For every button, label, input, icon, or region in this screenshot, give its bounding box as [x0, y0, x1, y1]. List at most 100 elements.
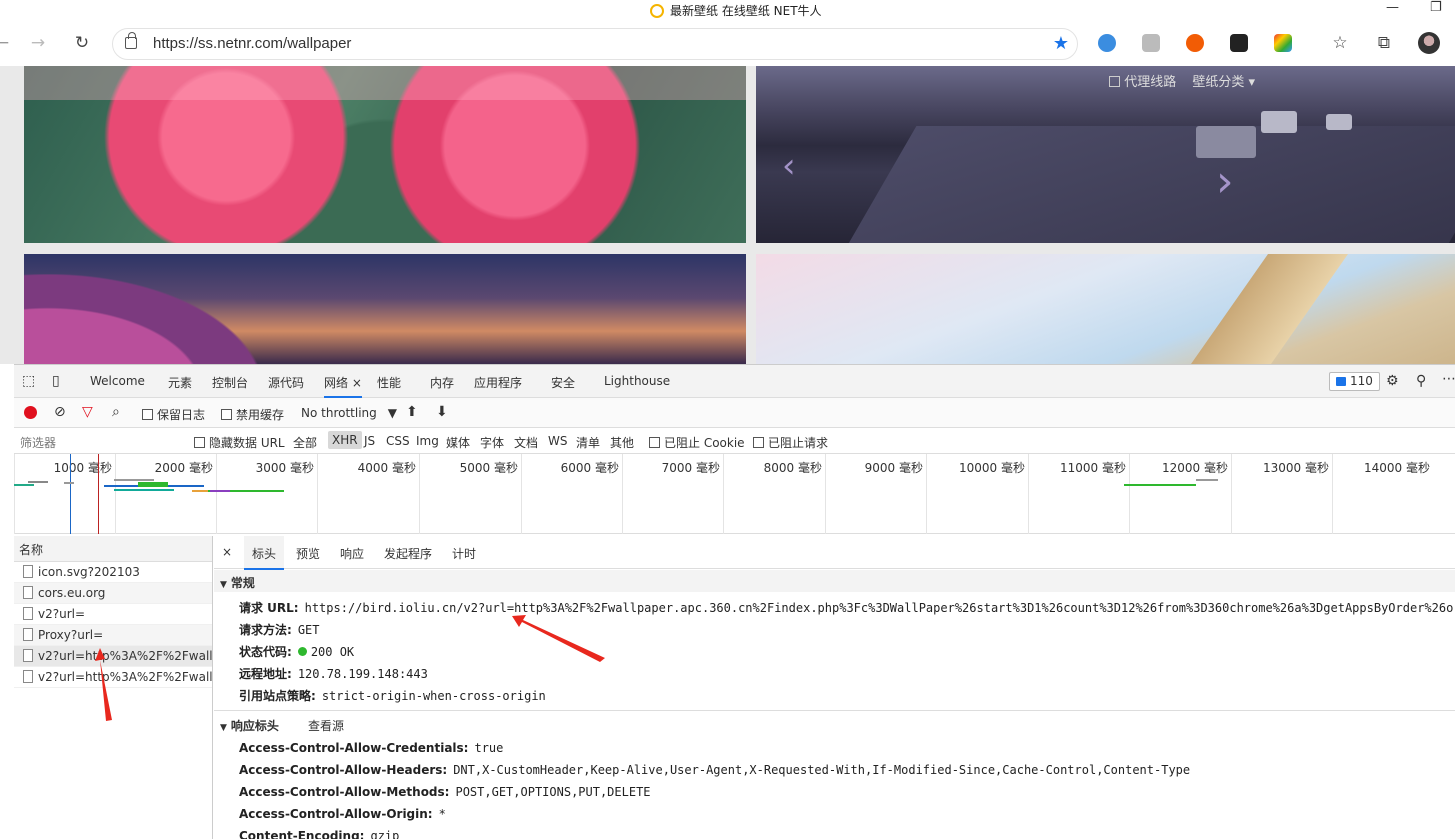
type-all[interactable]: 全部	[293, 434, 317, 451]
profile-avatar[interactable]	[1418, 32, 1440, 54]
tab-lighthouse[interactable]: Lighthouse	[604, 374, 670, 388]
detail-tabbar: × 标头 预览 响应 发起程序 计时	[214, 536, 1455, 570]
type-img[interactable]: Img	[416, 434, 439, 448]
site-favicon-icon	[650, 3, 664, 18]
dom-content-loaded-line	[70, 454, 71, 534]
type-xhr[interactable]: XHR	[328, 431, 362, 449]
blocked-requests-checkbox[interactable]: 已阻止请求	[753, 434, 828, 451]
proxy-checkbox[interactable]: 代理线路	[1109, 71, 1176, 90]
export-har-icon[interactable]: ⬇	[436, 404, 448, 420]
type-css[interactable]: CSS	[386, 434, 410, 448]
close-tab-icon[interactable]: ×	[352, 376, 362, 390]
category-dropdown[interactable]: 壁纸分类 ▾	[1192, 71, 1255, 90]
request-row-selected[interactable]: v2?url=http%3A%2F%2Fwallp...	[14, 646, 212, 667]
extension-download-icon[interactable]	[1142, 34, 1160, 52]
back-icon[interactable]: ←	[0, 33, 12, 53]
page-topbar: 代理线路 壁纸分类 ▾	[1109, 71, 1255, 90]
issues-badge[interactable]: 110	[1329, 372, 1380, 391]
request-row[interactable]: icon.svg?202103	[14, 562, 212, 583]
status-ok-icon	[297, 647, 307, 656]
import-har-icon[interactable]: ⬆	[406, 404, 418, 420]
extension-infinity-icon[interactable]	[1186, 34, 1204, 52]
favorites-list-icon[interactable]: ☆	[1330, 33, 1350, 53]
address-url[interactable]: https://ss.netnr.com/wallpaper	[153, 35, 351, 52]
tab-network[interactable]: 网络 ×	[324, 374, 362, 398]
next-arrow-icon[interactable]: ›	[1216, 156, 1234, 207]
tab-response[interactable]: 响应	[340, 545, 364, 562]
timeline-tick: 10000 毫秒	[926, 454, 1028, 534]
extension-color-icon[interactable]	[1274, 34, 1292, 52]
window-title-text: 最新壁纸 在线壁纸 NET牛人	[670, 4, 822, 18]
forward-icon[interactable]: →	[28, 33, 48, 53]
device-toolbar-icon[interactable]: ▯	[52, 373, 60, 389]
tab-application[interactable]: 应用程序	[474, 374, 522, 391]
type-media[interactable]: 媒体	[446, 434, 470, 451]
timeline-tick: 9000 毫秒	[825, 454, 926, 534]
filter-icon[interactable]: ▽	[82, 404, 93, 420]
tab-timing[interactable]: 计时	[452, 545, 476, 562]
type-manifest[interactable]: 清单	[576, 434, 600, 451]
tab-preview[interactable]: 预览	[296, 545, 320, 562]
view-source-link[interactable]: 查看源	[308, 717, 344, 734]
wallpaper-night-road[interactable]: ‹ ›	[756, 66, 1455, 243]
restore-icon[interactable]: ❐	[1430, 0, 1442, 15]
type-js[interactable]: JS	[364, 434, 375, 448]
tab-headers[interactable]: 标头	[244, 536, 285, 570]
response-header-row: Access-Control-Allow-Methods: POST,GET,OP…	[239, 785, 651, 799]
extension-shield-icon[interactable]	[1098, 34, 1116, 52]
tab-memory[interactable]: 内存	[430, 374, 454, 391]
type-other[interactable]: 其他	[610, 434, 634, 451]
response-header-row: Access-Control-Allow-Credentials: true	[239, 741, 504, 755]
tab-elements[interactable]: 元素	[168, 374, 192, 391]
tab-sources[interactable]: 源代码	[268, 374, 304, 391]
hide-data-urls-checkbox[interactable]: 隐藏数据 URL	[194, 434, 285, 451]
search-icon[interactable]: ⌕	[112, 404, 120, 420]
request-row[interactable]: Proxy?url=	[14, 625, 212, 646]
collections-icon[interactable]: ⧉	[1374, 33, 1394, 53]
timeline-tick: 1000 毫秒	[14, 454, 115, 534]
tab-security[interactable]: 安全	[551, 374, 575, 391]
wallpaper-flowers[interactable]	[24, 66, 746, 243]
request-row[interactable]: cors.eu.org	[14, 583, 212, 604]
timeline-tick: 11000 毫秒	[1028, 454, 1129, 534]
minimize-icon[interactable]: —	[1386, 0, 1399, 15]
request-row[interactable]: v2?url=http%3A%2F%2Fwallp...	[14, 667, 212, 688]
preserve-log-checkbox[interactable]: 保留日志	[142, 406, 205, 423]
tab-performance[interactable]: 性能	[377, 374, 401, 391]
response-headers-section-header[interactable]: ▼ 响应标头	[220, 717, 279, 734]
general-section-header[interactable]: ▼ 常规	[220, 574, 255, 591]
timeline-tick: 4000 毫秒	[317, 454, 419, 534]
throttling-select[interactable]: No throttling ▼	[297, 403, 397, 423]
customize-icon[interactable]: ⚲	[1416, 373, 1426, 389]
response-header-row: Access-Control-Allow-Origin: *	[239, 807, 446, 821]
record-button[interactable]	[24, 406, 37, 419]
disable-cache-checkbox[interactable]: 禁用缓存	[221, 406, 284, 423]
type-doc[interactable]: 文档	[514, 434, 538, 451]
name-column-header[interactable]: 名称	[14, 536, 212, 562]
message-icon	[1336, 377, 1346, 386]
clear-icon[interactable]: ⊘	[54, 404, 66, 420]
tab-welcome[interactable]: Welcome	[90, 374, 145, 388]
settings-gear-icon[interactable]: ⚙	[1386, 373, 1399, 389]
network-overview[interactable]: 1000 毫秒 2000 毫秒 3000 毫秒 4000 毫秒 5000 毫秒 …	[14, 454, 1455, 534]
inspect-element-icon[interactable]: ⬚	[22, 373, 35, 389]
type-font[interactable]: 字体	[480, 434, 504, 451]
tab-initiator[interactable]: 发起程序	[384, 545, 432, 562]
request-row[interactable]: v2?url=	[14, 604, 212, 625]
wallpaper-anime-sky[interactable]	[756, 254, 1455, 364]
filter-input[interactable]: 筛选器	[20, 434, 56, 451]
refresh-icon[interactable]: ↻	[72, 33, 92, 53]
wallpaper-sunset-hills[interactable]	[24, 254, 746, 364]
load-event-line	[98, 454, 99, 534]
navigation-bar: ← → ↻ https://ss.netnr.com/wallpaper ★ ☆…	[0, 22, 1455, 66]
extension-tampermonkey-icon[interactable]	[1230, 34, 1248, 52]
tab-console[interactable]: 控制台	[212, 374, 248, 391]
lock-icon[interactable]	[125, 32, 137, 49]
blocked-cookies-checkbox[interactable]: 已阻止 Cookie	[649, 434, 745, 451]
address-bar[interactable]: https://ss.netnr.com/wallpaper ★	[112, 28, 1078, 60]
close-detail-icon[interactable]: ×	[222, 545, 232, 559]
type-ws[interactable]: WS	[548, 434, 567, 448]
prev-arrow-icon[interactable]: ‹	[782, 146, 796, 186]
favorite-star-icon[interactable]: ★	[1053, 33, 1069, 54]
more-options-icon[interactable]: ⋯	[1442, 371, 1455, 387]
